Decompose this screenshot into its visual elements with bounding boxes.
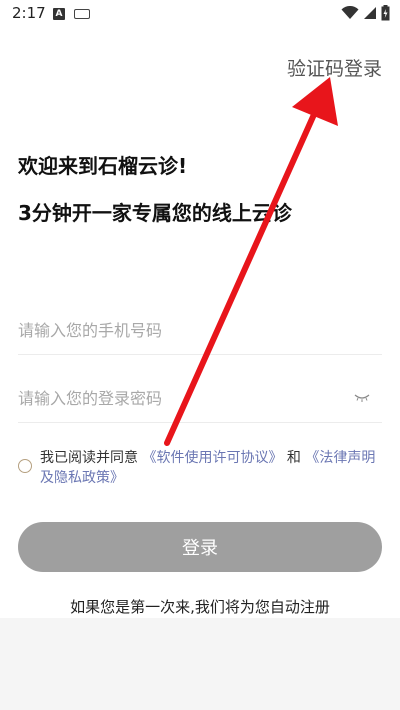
bottom-panel <box>0 618 400 710</box>
signal-icon <box>364 7 376 19</box>
status-time: 2:17 <box>12 4 46 22</box>
agreement-text: 我已阅读并同意 《软件使用许可协议》 和 《法律声明及隐私政策》 <box>40 448 380 488</box>
auto-register-note: 如果您是第一次来,我们将为您自动注册 <box>70 598 330 616</box>
agree-radio[interactable] <box>18 459 32 473</box>
phone-input[interactable] <box>18 317 348 343</box>
eye-closed-icon[interactable] <box>354 391 370 403</box>
password-input[interactable] <box>18 385 348 411</box>
password-field <box>18 371 382 423</box>
status-bar: 2:17 A <box>0 0 400 28</box>
keyboard-icon <box>74 9 90 19</box>
welcome-subtitle: 3分钟开一家专属您的线上云诊 <box>18 201 292 225</box>
agreement-and: 和 <box>286 450 301 466</box>
phone-field <box>18 303 382 355</box>
agreement-prefix: 我已阅读并同意 <box>40 450 138 466</box>
sms-code-login-link[interactable]: 验证码登录 <box>287 54 382 81</box>
license-agreement-link[interactable]: 《软件使用许可协议》 <box>142 450 282 466</box>
battery-icon <box>381 5 390 21</box>
login-button[interactable]: 登录 <box>18 522 382 572</box>
wifi-icon <box>341 6 359 19</box>
welcome-title: 欢迎来到石榴云诊! <box>18 154 188 178</box>
status-icons <box>341 5 390 21</box>
notification-a-icon: A <box>53 8 65 20</box>
